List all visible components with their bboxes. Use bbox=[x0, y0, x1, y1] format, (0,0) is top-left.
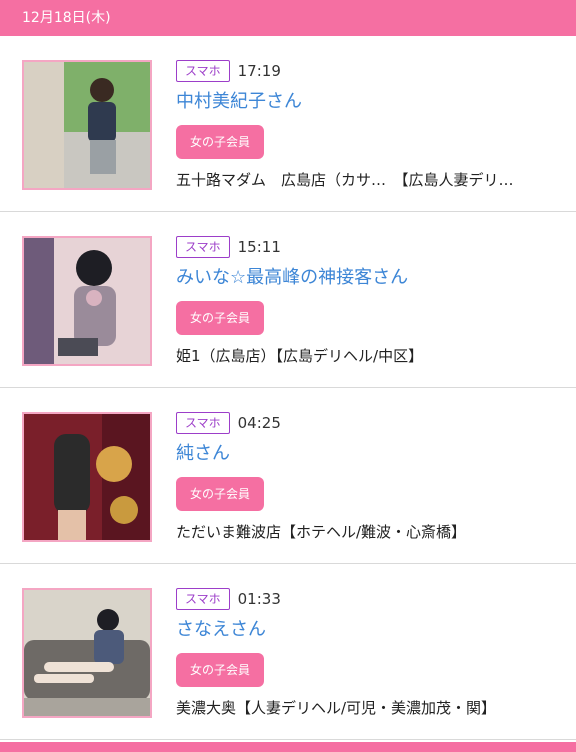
profile-thumbnail[interactable] bbox=[22, 60, 152, 190]
list-item[interactable]: スマホ 04:25 純さん 女の子会員 ただいま難波店【ホテヘル/難波・心斎橋】 bbox=[0, 388, 576, 564]
list-item[interactable]: スマホ 15:11 みいな☆最高峰の神接客さん 女の子会員 姫1（広島店）【広島… bbox=[0, 212, 576, 388]
thumbnail-image bbox=[24, 238, 150, 364]
post-time: 17:19 bbox=[237, 62, 281, 80]
profile-thumbnail[interactable] bbox=[22, 236, 152, 366]
thumbnail-image bbox=[24, 62, 150, 188]
device-badge: スマホ bbox=[176, 588, 230, 610]
date-header: 12月18日(木) bbox=[0, 0, 576, 36]
member-badge: 女の子会員 bbox=[176, 477, 265, 511]
profile-thumbnail[interactable] bbox=[22, 412, 152, 542]
girl-name-link[interactable]: さなえさん bbox=[176, 617, 566, 643]
list-item[interactable]: スマホ 01:33 さなえさん 女の子会員 美濃大奥【人妻デリヘル/可児・美濃加… bbox=[0, 564, 576, 740]
bottom-date-header bbox=[0, 742, 576, 752]
shop-name[interactable]: 美濃大奥【人妻デリヘル/可児・美濃加茂・関】 bbox=[176, 697, 566, 718]
member-badge: 女の子会員 bbox=[176, 125, 265, 159]
thumbnail-image bbox=[24, 414, 150, 540]
post-list: スマホ 17:19 中村美紀子さん 女の子会員 五十路マダム 広島店（カサ… 【… bbox=[0, 36, 576, 740]
profile-thumbnail[interactable] bbox=[22, 588, 152, 718]
member-badge: 女の子会員 bbox=[176, 301, 265, 335]
shop-name[interactable]: 姫1（広島店）【広島デリヘル/中区】 bbox=[176, 345, 566, 366]
shop-name[interactable]: ただいま難波店【ホテヘル/難波・心斎橋】 bbox=[176, 521, 566, 542]
device-badge: スマホ bbox=[176, 236, 230, 258]
member-badge: 女の子会員 bbox=[176, 653, 265, 687]
post-time: 01:33 bbox=[237, 590, 281, 608]
shop-name[interactable]: 五十路マダム 広島店（カサ… 【広島人妻デリ… bbox=[176, 169, 566, 190]
post-time: 15:11 bbox=[237, 238, 281, 256]
post-time: 04:25 bbox=[237, 414, 281, 432]
girl-name-link[interactable]: 純さん bbox=[176, 441, 566, 467]
girl-name-link[interactable]: 中村美紀子さん bbox=[176, 89, 566, 115]
device-badge: スマホ bbox=[176, 412, 230, 434]
girl-name-link[interactable]: みいな☆最高峰の神接客さん bbox=[176, 265, 566, 291]
thumbnail-image bbox=[24, 590, 150, 716]
list-item[interactable]: スマホ 17:19 中村美紀子さん 女の子会員 五十路マダム 広島店（カサ… 【… bbox=[0, 36, 576, 212]
device-badge: スマホ bbox=[176, 60, 230, 82]
